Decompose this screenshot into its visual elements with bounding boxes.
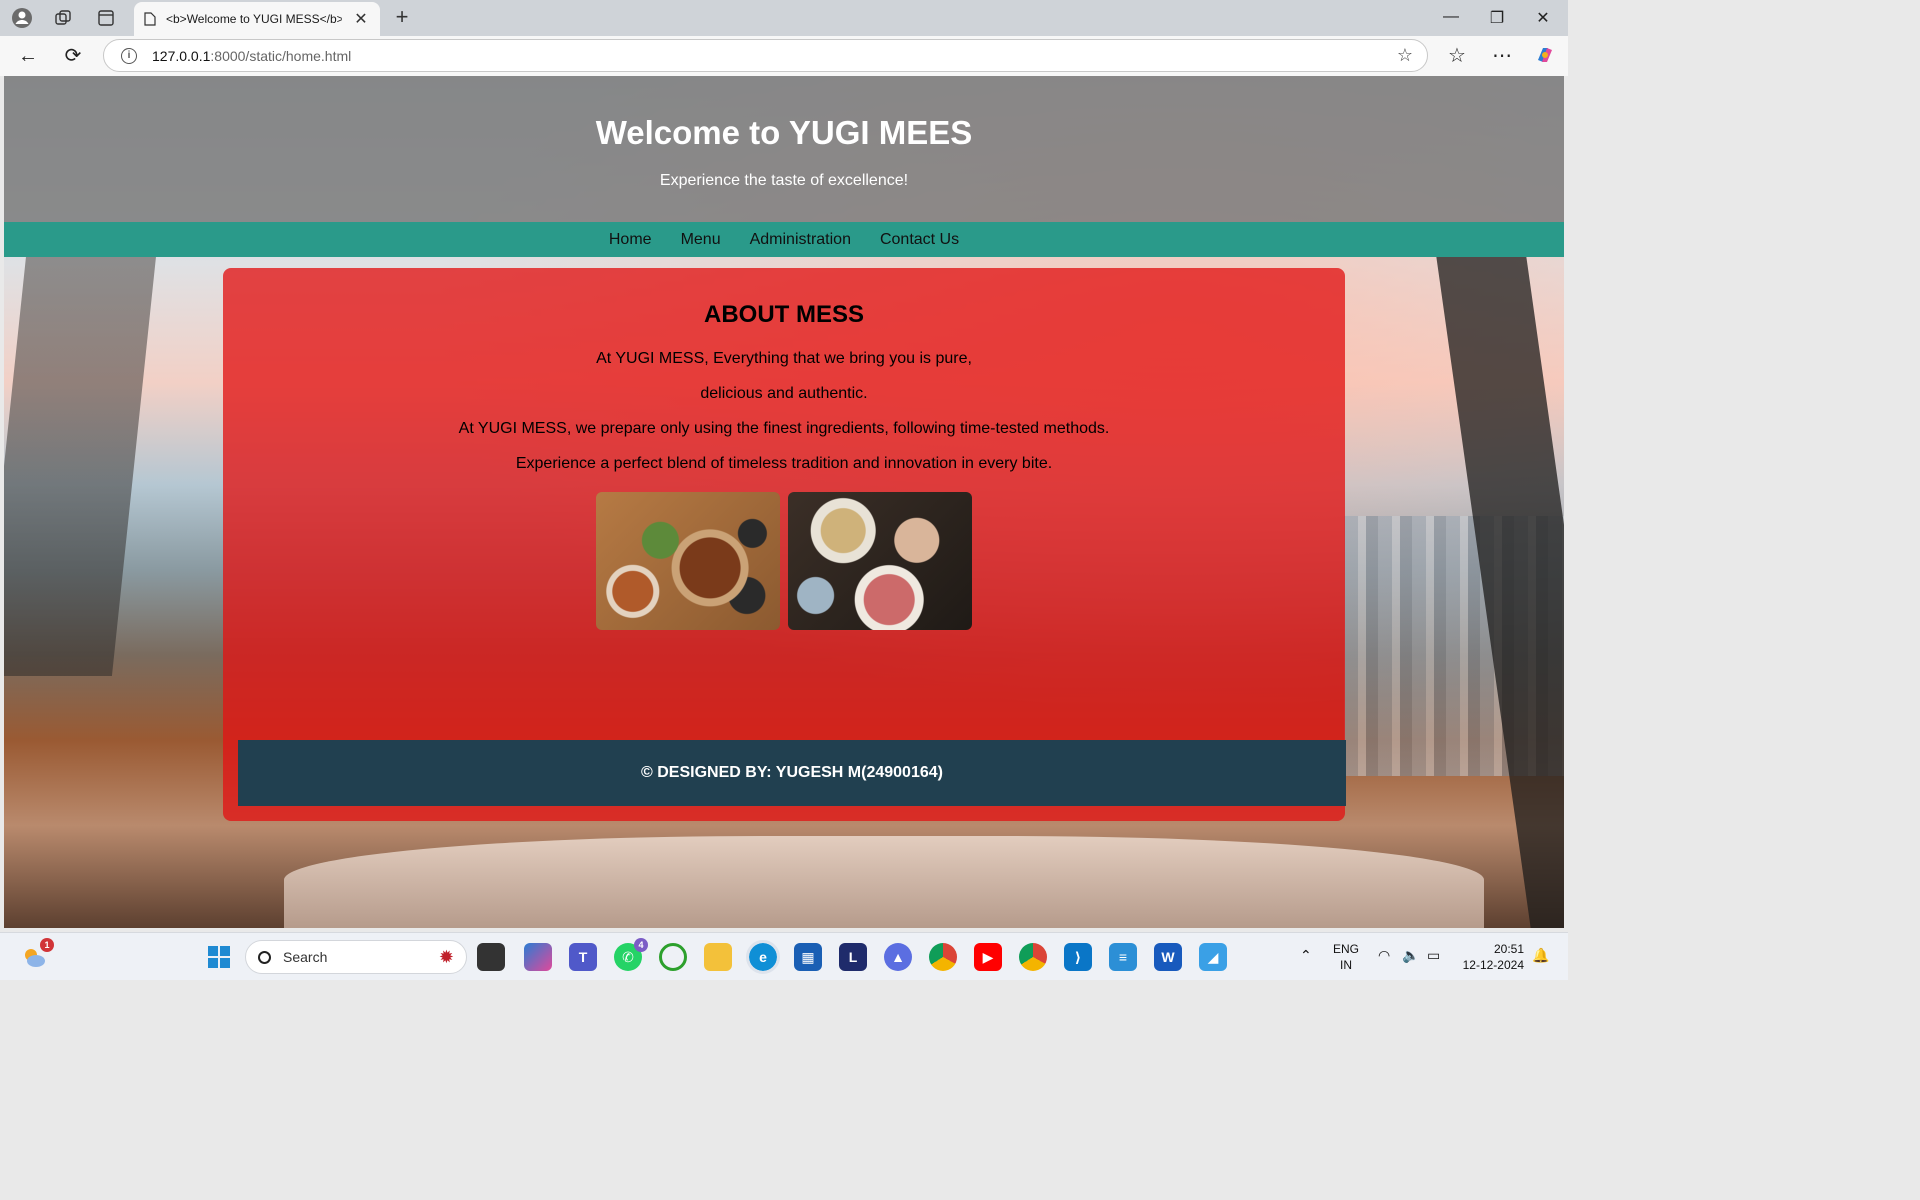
- tray-chevron-icon[interactable]: ⌃: [1300, 947, 1312, 963]
- about-line-1: At YUGI MESS, Everything that we bring y…: [596, 350, 972, 367]
- favorites-icon[interactable]: ☆: [1444, 44, 1470, 68]
- whatsapp-icon[interactable]: ✆ 4: [614, 938, 648, 971]
- vertical-tabs-icon[interactable]: [94, 6, 118, 30]
- search-label: Search: [283, 949, 328, 965]
- notification-bell-icon[interactable]: 🔔: [1532, 947, 1549, 963]
- close-tab-icon[interactable]: ✕: [352, 9, 370, 29]
- food-photo-table: [788, 492, 972, 630]
- vscode-icon[interactable]: ⟩: [1064, 943, 1092, 971]
- restore-icon[interactable]: ❐: [1474, 8, 1520, 28]
- nav-home[interactable]: Home: [594, 231, 666, 249]
- wifi-icon[interactable]: ◠: [1378, 947, 1390, 963]
- main-nav: Home Menu Administration Contact Us: [4, 222, 1564, 257]
- weather-badge: 1: [40, 938, 54, 952]
- word-icon[interactable]: W: [1154, 943, 1182, 971]
- poinsettia-icon: ✹: [438, 946, 454, 967]
- url-field[interactable]: i 127.0.0.1:8000/static/home.html ☆: [103, 39, 1428, 72]
- chrome-profile-icon[interactable]: [1019, 943, 1047, 971]
- favorite-star-icon[interactable]: ☆: [1397, 45, 1413, 66]
- about-line-4: Experience a perfect blend of timeless t…: [515, 455, 1053, 472]
- profile-icon[interactable]: [10, 6, 34, 30]
- nav-menu[interactable]: Menu: [666, 231, 735, 249]
- page-icon: [144, 12, 156, 26]
- notepad-icon[interactable]: ≡: [1109, 943, 1137, 971]
- refresh-icon[interactable]: ⟳: [60, 44, 86, 68]
- minimize-icon[interactable]: —: [1428, 8, 1474, 26]
- volume-icon[interactable]: 🔈: [1402, 947, 1419, 963]
- address-bar-row: ← ⟳ i 127.0.0.1:8000/static/home.html ☆ …: [0, 36, 1568, 76]
- file-explorer-icon[interactable]: [704, 943, 732, 971]
- edge-icon[interactable]: e: [746, 940, 780, 974]
- footer-credit: © DESIGNED BY: YUGESH M(24900164): [641, 764, 943, 781]
- youtube-icon[interactable]: ▶: [974, 943, 1002, 971]
- page-title: Welcome to YUGI MEES: [595, 114, 973, 151]
- about-line-3: At YUGI MESS, we prepare only using the …: [458, 420, 1110, 437]
- language-indicator[interactable]: ENG IN: [1333, 941, 1359, 973]
- active-tab[interactable]: <b>Welcome to YUGI MESS</b> ✕: [134, 2, 380, 36]
- background-table: [284, 836, 1484, 928]
- url-text: 127.0.0.1:8000/static/home.html: [152, 47, 352, 64]
- store-icon[interactable]: ▦: [794, 943, 822, 971]
- background-window: [4, 256, 157, 676]
- close-window-icon[interactable]: ✕: [1520, 8, 1566, 28]
- site-info-icon[interactable]: i: [121, 47, 137, 64]
- nav-contact-us[interactable]: Contact Us: [865, 231, 973, 249]
- page-footer: © DESIGNED BY: YUGESH M(24900164): [238, 740, 1346, 806]
- refresh-app-icon[interactable]: [659, 943, 687, 971]
- tab-title: <b>Welcome to YUGI MESS</b>: [166, 12, 342, 26]
- copilot-app-icon[interactable]: [524, 943, 552, 971]
- about-heading: ABOUT MESS: [703, 301, 864, 328]
- chrome-icon[interactable]: [929, 943, 957, 971]
- browser-tab-bar: <b>Welcome to YUGI MESS</b> ✕ + — ❐ ✕: [0, 0, 1568, 36]
- hero-header: Welcome to YUGI MEES Experience the tast…: [4, 76, 1564, 222]
- whatsapp-badge: 4: [634, 938, 648, 952]
- more-options-icon[interactable]: ⋯: [1489, 44, 1515, 68]
- web-page: Welcome to YUGI MEES Experience the tast…: [4, 76, 1564, 928]
- battery-icon[interactable]: ▭: [1427, 947, 1440, 963]
- about-section: ABOUT MESS At YUGI MESS, Everything that…: [223, 268, 1346, 821]
- start-icon[interactable]: [205, 943, 233, 971]
- food-photo-platter: [596, 492, 780, 630]
- task-view-icon[interactable]: [477, 943, 505, 971]
- new-tab-icon[interactable]: +: [390, 4, 414, 30]
- weather-icon[interactable]: 1: [20, 938, 54, 971]
- search-icon: [258, 950, 271, 964]
- clock[interactable]: 20:51 12-12-2024: [1458, 941, 1524, 973]
- workspaces-icon[interactable]: [51, 6, 75, 30]
- about-line-2: delicious and authentic.: [700, 385, 868, 402]
- photos-icon[interactable]: ◢: [1199, 943, 1227, 971]
- back-icon[interactable]: ←: [15, 44, 41, 68]
- page-subtitle: Experience the taste of excellence!: [659, 172, 909, 189]
- l-app-icon[interactable]: L: [839, 943, 867, 971]
- arc-app-icon[interactable]: ▲: [884, 943, 912, 971]
- copilot-icon[interactable]: [1532, 44, 1558, 68]
- taskbar-search[interactable]: Search ✹: [245, 940, 467, 974]
- nav-administration[interactable]: Administration: [735, 231, 865, 249]
- os-taskbar: 1 Search ✹ T ✆ 4 e ▦ L ▲ ▶ ⟩ ≡ W ◢ ⌃ ENG I…: [0, 932, 1568, 980]
- teams-icon[interactable]: T: [569, 943, 597, 971]
